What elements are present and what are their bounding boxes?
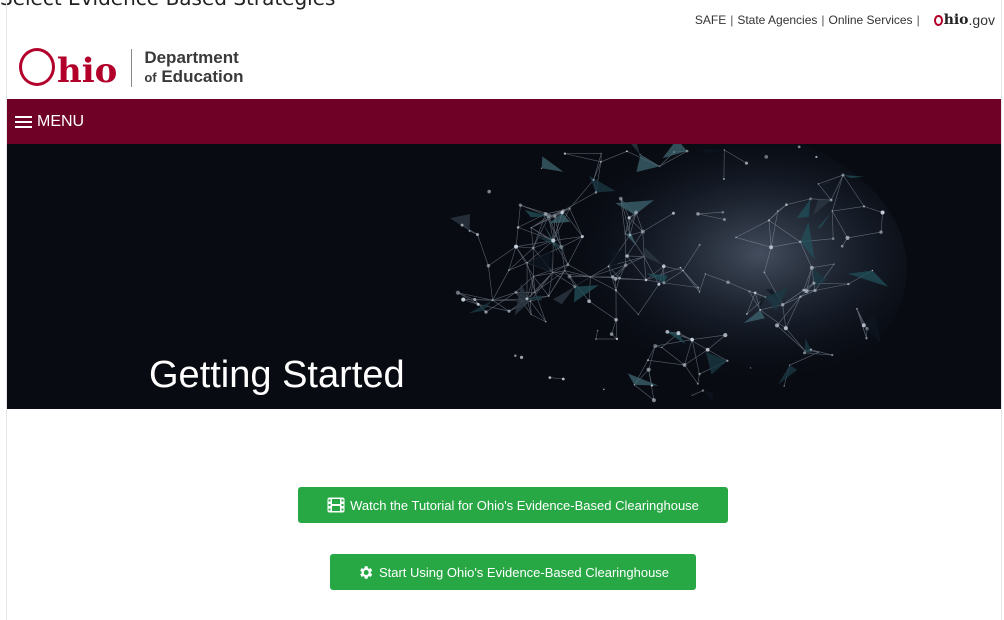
hero-title: Getting Started — [149, 354, 405, 396]
ohio-o-icon — [19, 48, 55, 86]
gear-icon — [357, 564, 374, 581]
department-name-line2: of Education — [144, 67, 243, 87]
watch-tutorial-button[interactable]: Watch the Tutorial for Ohio's Evidence-B… — [298, 487, 728, 523]
ohio-gov-logo-gov: .gov — [968, 12, 995, 28]
utility-link-state-agencies[interactable]: State Agencies — [737, 13, 817, 27]
film-icon — [327, 497, 345, 513]
hero-banner: Getting Started — [7, 144, 1001, 409]
start-clearinghouse-label: Start Using Ohio's Evidence-Based Cleari… — [378, 564, 670, 580]
main-nav-bar: MENU — [7, 99, 1001, 144]
utility-separator: | — [730, 13, 734, 27]
browser-page: SAFE | State Agencies | Online Services … — [6, 0, 1002, 620]
department-name-line1: Department — [144, 48, 239, 67]
ohio-gov-logo-hio: hio — [943, 12, 969, 28]
ohio-logo: hio — [19, 44, 117, 91]
utility-separator: | — [821, 13, 825, 27]
utility-link-safe[interactable]: SAFE — [695, 13, 726, 27]
utility-nav: SAFE | State Agencies | Online Services … — [695, 12, 995, 28]
department-name-education: Education — [161, 67, 244, 86]
ohio-o-icon — [933, 14, 943, 26]
brand-divider — [131, 48, 133, 87]
site-brand[interactable]: hio Department of Education — [19, 44, 244, 91]
utility-separator: | — [916, 13, 920, 27]
watch-tutorial-label: Watch the Tutorial for Ohio's Evidence-B… — [350, 497, 699, 513]
utility-link-online-services[interactable]: Online Services — [829, 13, 913, 27]
hamburger-icon — [15, 115, 32, 128]
ohio-gov-logo[interactable]: hio .gov — [933, 12, 995, 28]
department-name-of: of — [144, 70, 157, 85]
ohio-logo-hio: hio — [57, 51, 118, 91]
department-name: Department of Education — [144, 48, 243, 87]
start-clearinghouse-button[interactable]: Start Using Ohio's Evidence-Based Cleari… — [330, 554, 696, 590]
menu-button[interactable]: MENU — [15, 113, 84, 131]
menu-label: MENU — [37, 112, 85, 130]
